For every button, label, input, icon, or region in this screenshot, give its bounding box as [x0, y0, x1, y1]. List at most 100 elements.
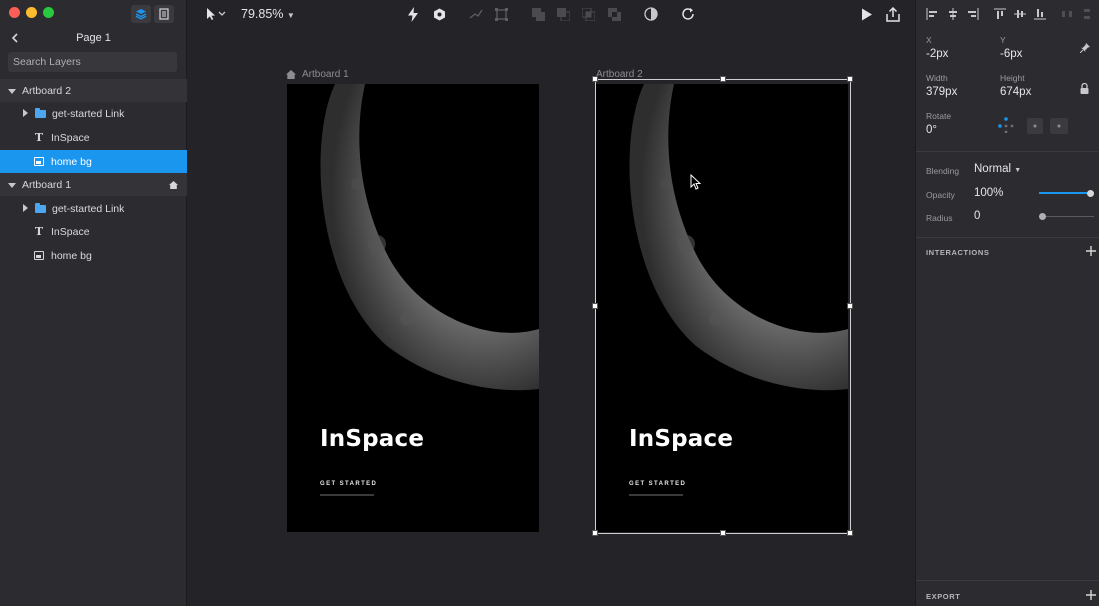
layer-row-home-bg[interactable]: home bg — [0, 150, 187, 173]
cursor-arrow-icon — [207, 8, 226, 20]
artboard-title[interactable]: InSpace — [320, 426, 424, 452]
preview-play-button[interactable] — [860, 5, 874, 23]
chevron-down-icon: ▼ — [286, 11, 295, 20]
document-icon — [159, 8, 169, 20]
selection-bounding-box[interactable] — [595, 79, 851, 534]
layer-label: get-started Link — [52, 107, 125, 120]
layer-label: Artboard 1 — [22, 178, 72, 191]
layer-label: InSpace — [51, 225, 90, 238]
select-tool-button[interactable] — [202, 5, 228, 23]
rotate-field[interactable]: 0° — [926, 124, 937, 136]
distribute-horizontal-icon[interactable] — [1061, 8, 1073, 20]
opacity-slider-knob[interactable] — [1087, 189, 1094, 197]
refresh-button[interactable] — [681, 5, 695, 23]
align-middle-icon[interactable] — [1014, 8, 1026, 20]
rotation-origin-icon[interactable] — [998, 117, 1014, 133]
layer-row-home-bg[interactable]: home bg — [0, 244, 187, 267]
page-title: Page 1 — [76, 32, 111, 44]
layer-row-get-started-link[interactable]: get-started Link — [0, 102, 187, 125]
transform-button[interactable] — [494, 5, 508, 23]
width-field[interactable]: 379px — [926, 86, 957, 98]
align-left-icon[interactable] — [926, 8, 938, 20]
x-field[interactable]: -2px — [926, 48, 948, 60]
boolean-subtract-button[interactable] — [556, 5, 570, 23]
zoom-dropdown[interactable]: 79.85% ▼ — [241, 7, 295, 21]
opacity-field[interactable]: 100% — [974, 187, 1003, 199]
resize-handle-top-right[interactable] — [847, 76, 853, 82]
resize-handle-bottom[interactable] — [720, 530, 726, 536]
divider — [916, 237, 1099, 238]
folder-icon — [34, 107, 46, 120]
lock-icon[interactable] — [1080, 83, 1089, 94]
auto-animate-button[interactable] — [406, 5, 420, 23]
boolean-union-button[interactable] — [531, 5, 545, 23]
y-label: Y — [1000, 35, 1006, 45]
hexagon-icon — [433, 8, 445, 20]
resize-handle-top[interactable] — [720, 76, 726, 82]
mouse-cursor-icon — [690, 174, 701, 190]
resize-handle-left[interactable] — [592, 303, 598, 309]
layers-view-toggle[interactable] — [131, 5, 151, 23]
caret-down-icon[interactable] — [8, 85, 16, 97]
radius-slider-knob[interactable] — [1039, 212, 1046, 220]
caret-down-icon[interactable] — [8, 179, 16, 191]
intersect-icon — [581, 7, 595, 21]
y-field[interactable]: -6px — [1000, 48, 1022, 60]
radius-field[interactable]: 0 — [974, 210, 980, 222]
subtract-icon — [556, 7, 570, 21]
boolean-intersect-button[interactable] — [581, 5, 595, 23]
radius-slider[interactable] — [1039, 211, 1094, 223]
inspector-panel: X -2px Y -6px Width 379px Height 674px R… — [915, 0, 1099, 606]
artboard-1[interactable]: InSpace GET STARTED — [287, 84, 539, 532]
minimize-window-button[interactable] — [26, 7, 37, 18]
resize-handle-right[interactable] — [847, 303, 853, 309]
moon-image — [320, 84, 539, 391]
distribute-vertical-icon[interactable] — [1081, 8, 1093, 20]
close-window-button[interactable] — [9, 7, 20, 18]
share-button[interactable] — [885, 5, 901, 23]
resize-handle-bottom-right[interactable] — [847, 530, 853, 536]
link-button[interactable] — [469, 5, 483, 23]
component-button[interactable] — [432, 5, 446, 23]
artboard-label-text: Artboard 1 — [302, 69, 349, 80]
add-export-button[interactable] — [1086, 588, 1096, 603]
caret-right-icon[interactable] — [23, 203, 28, 215]
flip-vertical-button[interactable] — [1050, 118, 1068, 134]
x-label: X — [926, 35, 932, 45]
flip-horizontal-button[interactable] — [1027, 118, 1043, 134]
home-icon — [286, 70, 296, 79]
text-icon: T — [34, 225, 44, 238]
radius-label: Radius — [926, 213, 953, 223]
blending-dropdown[interactable]: Normal ▼ — [974, 163, 1021, 175]
divider — [916, 580, 1099, 581]
opacity-slider[interactable] — [1039, 188, 1094, 200]
layer-row-artboard-1[interactable]: Artboard 1 — [0, 173, 187, 196]
mask-button[interactable] — [644, 5, 658, 23]
layer-row-get-started-link[interactable]: get-started Link — [0, 197, 187, 220]
boolean-exclude-button[interactable] — [607, 5, 621, 23]
resize-handle-top-left[interactable] — [592, 76, 598, 82]
canvas[interactable]: Artboard 1 InSpace GET STARTED Artboard … — [188, 28, 915, 606]
mask-icon — [644, 7, 658, 21]
search-layers-input[interactable] — [8, 52, 177, 72]
caret-right-icon[interactable] — [23, 108, 28, 120]
resize-handle-bottom-left[interactable] — [592, 530, 598, 536]
zoom-window-button[interactable] — [43, 7, 54, 18]
align-center-horizontal-icon[interactable] — [947, 8, 959, 20]
layer-row-inspace-text[interactable]: T InSpace — [0, 126, 187, 149]
rotate-label: Rotate — [926, 111, 952, 121]
pin-icon[interactable] — [1080, 43, 1090, 53]
pages-view-toggle[interactable] — [154, 5, 174, 23]
layer-row-artboard-2[interactable]: Artboard 2 — [0, 79, 187, 102]
align-bottom-icon[interactable] — [1034, 8, 1046, 20]
transform-icon — [494, 7, 508, 21]
folder-icon — [34, 202, 46, 215]
union-icon — [531, 7, 545, 21]
height-field[interactable]: 674px — [1000, 86, 1031, 98]
add-interaction-button[interactable] — [1086, 244, 1096, 259]
align-top-icon[interactable] — [994, 8, 1006, 20]
align-right-icon[interactable] — [967, 8, 979, 20]
artboard-1-label[interactable]: Artboard 1 — [286, 69, 349, 80]
layer-row-inspace-text[interactable]: T InSpace — [0, 220, 187, 243]
get-started-link[interactable]: GET STARTED — [320, 481, 377, 487]
